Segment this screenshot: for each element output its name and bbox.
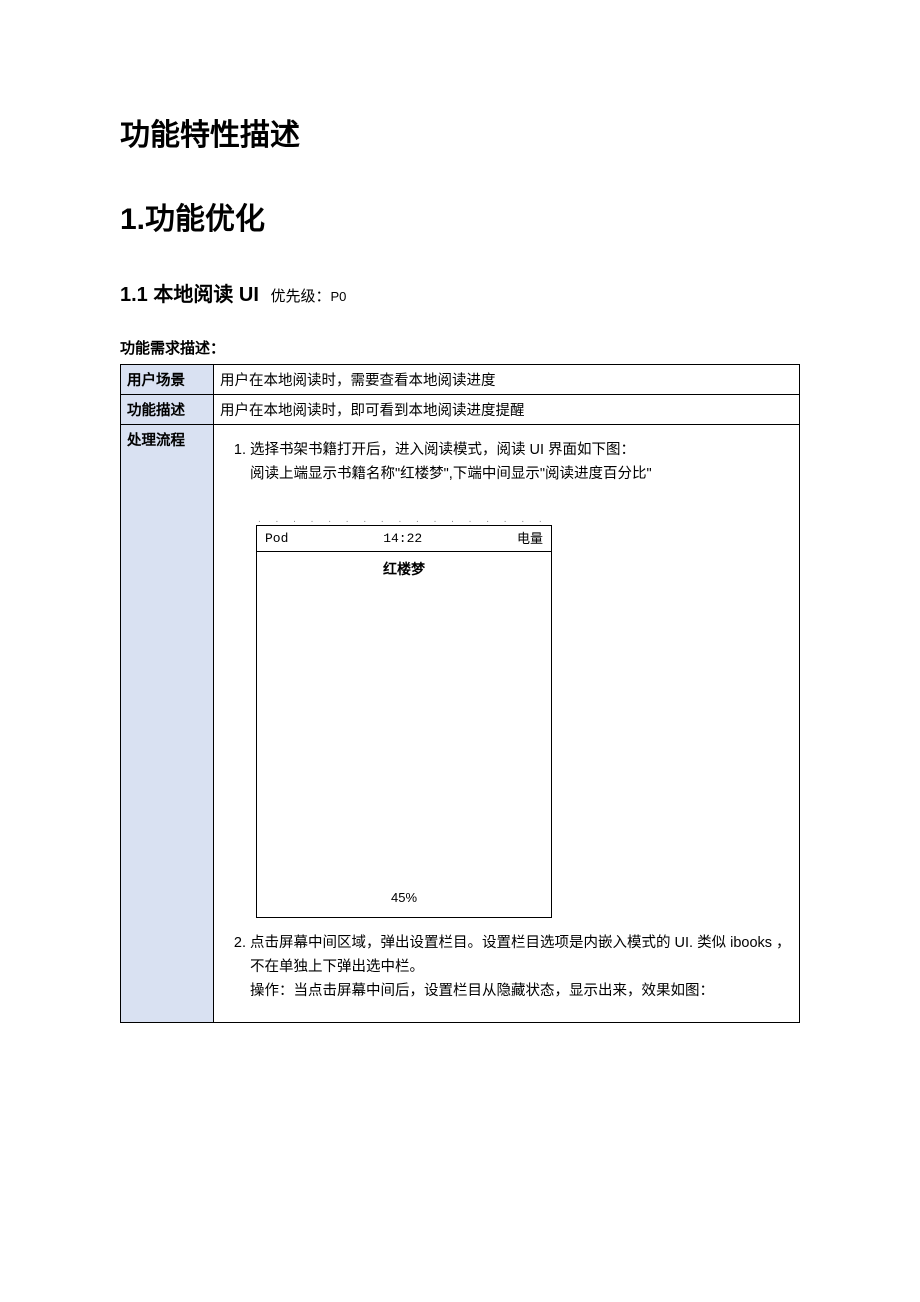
list-item: 选择书架书籍打开后，进入阅读模式，阅读 UI 界面如下图： 阅读上端显示书籍名称…	[250, 439, 793, 918]
priority-label: 优先级：	[270, 288, 330, 305]
mockup-phone-wrap: . . . . . . . . . . . . . . . . . . . . …	[256, 517, 793, 918]
requirement-description-label: 功能需求描述：	[120, 337, 800, 358]
flow-2-line-2: 操作：当点击屏幕中间后，设置栏目从隐藏状态，显示出来，效果如图：	[250, 980, 793, 1004]
mockup-progress-percent: 45%	[257, 883, 551, 916]
status-battery: 电量	[517, 528, 543, 549]
section-1-1-title: 1.1 本地阅读 UI	[120, 284, 259, 306]
section-1-1-heading: 1.1 本地阅读 UI 优先级：P0	[120, 278, 800, 307]
section-1-heading: 1.功能优化	[120, 194, 800, 238]
priority-value: P0	[331, 289, 347, 304]
process-flow-list: 选择书架书籍打开后，进入阅读模式，阅读 UI 界面如下图： 阅读上端显示书籍名称…	[220, 439, 793, 1004]
table-row: 用户场景 用户在本地阅读时，需要查看本地阅读进度	[121, 365, 800, 395]
mockup-book-title: 红楼梦	[257, 552, 551, 583]
func-desc-value: 用户在本地阅读时，即可看到本地阅读进度提醒	[214, 395, 800, 425]
status-time: 14:22	[383, 528, 422, 549]
row-header-user-scenario: 用户场景	[121, 365, 214, 395]
requirement-table: 用户场景 用户在本地阅读时，需要查看本地阅读进度 功能描述 用户在本地阅读时，即…	[120, 364, 800, 1023]
row-header-func-desc: 功能描述	[121, 395, 214, 425]
mockup-body-area	[257, 583, 551, 883]
flow-1-line-1: 选择书架书籍打开后，进入阅读模式，阅读 UI 界面如下图：	[250, 439, 793, 463]
list-item: 点击屏幕中间区域，弹出设置栏目。设置栏目选项是内嵌入模式的 UI. 类似 ibo…	[250, 932, 793, 1004]
flow-1-line-2: 阅读上端显示书籍名称"红楼梦",下端中间显示"阅读进度百分比"	[250, 463, 793, 487]
user-scenario-value: 用户在本地阅读时，需要查看本地阅读进度	[214, 365, 800, 395]
flow-2-line-1: 点击屏幕中间区域，弹出设置栏目。设置栏目选项是内嵌入模式的 UI. 类似 ibo…	[250, 932, 793, 980]
main-title: 功能特性描述	[120, 110, 800, 154]
table-row: 处理流程 选择书架书籍打开后，进入阅读模式，阅读 UI 界面如下图： 阅读上端显…	[121, 425, 800, 1023]
row-header-process-flow: 处理流程	[121, 425, 214, 1023]
process-flow-cell: 选择书架书籍打开后，进入阅读模式，阅读 UI 界面如下图： 阅读上端显示书籍名称…	[214, 425, 800, 1023]
mockup-top-dots: . . . . . . . . . . . . . . . . . . . . …	[256, 517, 554, 525]
mockup-phone: Pod 14:22 电量 红楼梦 45%	[256, 525, 552, 918]
table-row: 功能描述 用户在本地阅读时，即可看到本地阅读进度提醒	[121, 395, 800, 425]
mockup-status-bar: Pod 14:22 电量	[257, 526, 551, 552]
document-page: 功能特性描述 1.功能优化 1.1 本地阅读 UI 优先级：P0 功能需求描述：…	[0, 0, 920, 1083]
status-carrier: Pod	[265, 528, 288, 549]
